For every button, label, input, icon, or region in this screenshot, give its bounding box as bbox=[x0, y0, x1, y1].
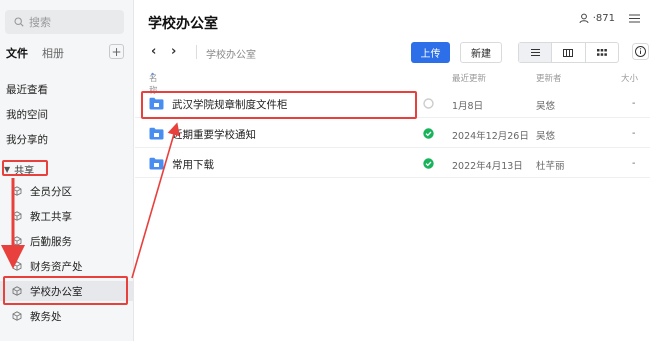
file-size: - bbox=[632, 158, 636, 169]
file-date: 2024年12月26日 bbox=[452, 131, 529, 142]
file-date: 2022年4月13日 bbox=[452, 161, 523, 172]
cube-icon bbox=[12, 286, 22, 296]
app-window: 搜索 文件 相册 + 最近查看 我的空间 我分享的 ▼ 共享 全员分区 教工共享… bbox=[0, 0, 650, 341]
sidebar-item-school-office[interactable]: 学校办公室 bbox=[0, 281, 134, 301]
sidebar-item-label: 教工共享 bbox=[30, 210, 72, 223]
sidebar-item-finance[interactable]: 财务资产处 bbox=[12, 256, 83, 276]
cube-icon bbox=[12, 236, 22, 246]
divider bbox=[196, 45, 197, 59]
member-count: ·871 bbox=[592, 13, 615, 24]
cube-icon bbox=[12, 311, 22, 321]
file-name[interactable]: 常用下载 bbox=[172, 157, 214, 172]
file-list-header: 名称 ⇡ 最近更新 更新者 大小 bbox=[149, 72, 650, 96]
sidebar-tabs: 文件 相册 + bbox=[6, 44, 128, 61]
sidebar-item-label: 教务处 bbox=[30, 310, 62, 323]
tab-files[interactable]: 文件 bbox=[6, 45, 28, 61]
upload-button[interactable]: 上传 bbox=[411, 42, 450, 63]
page-title: 学校办公室 bbox=[148, 16, 218, 32]
shared-section-header[interactable]: ▼ 共享 bbox=[4, 162, 34, 177]
column-updated[interactable]: 最近更新 bbox=[452, 72, 486, 84]
caret-down-icon: ▼ bbox=[4, 165, 11, 174]
toolbar: ‹ › 学校办公室 上传 新建 bbox=[149, 42, 649, 64]
view-mode-group bbox=[518, 42, 619, 63]
file-updater: 杜芊丽 bbox=[536, 161, 565, 172]
sidebar-item-recent[interactable]: 最近查看 bbox=[6, 82, 48, 97]
cube-icon bbox=[12, 261, 22, 271]
column-view-icon bbox=[563, 48, 574, 57]
file-size: - bbox=[632, 128, 636, 139]
search-box[interactable]: 搜索 bbox=[5, 10, 124, 34]
folder-icon bbox=[149, 97, 164, 110]
sidebar-item-my-space[interactable]: 我的空间 bbox=[6, 107, 48, 122]
new-button[interactable]: 新建 bbox=[460, 42, 502, 63]
grid-view-icon bbox=[596, 49, 607, 56]
grid-view-button[interactable] bbox=[586, 43, 618, 62]
forward-icon[interactable]: › bbox=[171, 44, 176, 59]
column-size[interactable]: 大小 bbox=[621, 72, 638, 84]
main-panel: 学校办公室 ·871 ‹ › 学校办公室 上传 新建 名称 ⇡ 最近更新 更新者… bbox=[135, 0, 650, 341]
sidebar-item-all-staff[interactable]: 全员分区 bbox=[12, 181, 72, 201]
cube-icon bbox=[12, 211, 22, 221]
file-name[interactable]: 武汉学院规章制度文件柜 bbox=[172, 97, 288, 112]
cube-icon bbox=[12, 186, 22, 196]
sidebar-item-label: 全员分区 bbox=[30, 185, 72, 198]
file-updater: 吴悠 bbox=[536, 101, 556, 112]
column-view-button[interactable] bbox=[552, 43, 586, 62]
sidebar-item-label: 学校办公室 bbox=[30, 285, 83, 298]
folder-icon bbox=[149, 157, 164, 170]
sidebar: 搜索 文件 相册 + 最近查看 我的空间 我分享的 ▼ 共享 全员分区 教工共享… bbox=[0, 0, 134, 341]
sidebar-item-logistics[interactable]: 后勤服务 bbox=[12, 231, 72, 251]
table-row[interactable]: 武汉学院规章制度文件柜 1月8日 吴悠 - bbox=[135, 90, 650, 118]
sidebar-item-academic-affairs[interactable]: 教务处 bbox=[12, 306, 62, 326]
tab-album[interactable]: 相册 bbox=[42, 45, 64, 61]
table-row[interactable]: 近期重要学校通知 2024年12月26日 吴悠 - bbox=[135, 120, 650, 148]
sidebar-item-label: 财务资产处 bbox=[30, 260, 83, 273]
sidebar-item-staff-share[interactable]: 教工共享 bbox=[12, 206, 72, 226]
file-date: 1月8日 bbox=[452, 101, 484, 112]
sync-done-icon bbox=[423, 158, 434, 169]
sidebar-item-label: 后勤服务 bbox=[30, 235, 72, 248]
members-icon[interactable] bbox=[579, 13, 590, 24]
column-name[interactable]: 名称 ⇡ bbox=[149, 72, 158, 96]
table-row[interactable]: 常用下载 2022年4月13日 杜芊丽 - bbox=[135, 150, 650, 178]
member-count-value: 871 bbox=[595, 13, 615, 24]
sync-pending-icon bbox=[423, 98, 434, 109]
breadcrumb[interactable]: 学校办公室 bbox=[206, 46, 256, 61]
add-button[interactable]: + bbox=[109, 44, 124, 59]
back-icon[interactable]: ‹ bbox=[151, 44, 156, 59]
menu-icon[interactable] bbox=[629, 14, 640, 23]
info-icon[interactable] bbox=[632, 43, 649, 60]
file-updater: 吴悠 bbox=[536, 131, 556, 142]
sync-done-icon bbox=[423, 128, 434, 139]
folder-icon bbox=[149, 127, 164, 140]
file-size: - bbox=[632, 98, 636, 109]
column-updater[interactable]: 更新者 bbox=[536, 72, 562, 84]
sidebar-item-shared-by-me[interactable]: 我分享的 bbox=[6, 132, 48, 147]
list-view-icon bbox=[530, 49, 540, 56]
search-placeholder: 搜索 bbox=[29, 16, 51, 29]
file-name[interactable]: 近期重要学校通知 bbox=[172, 127, 256, 142]
list-view-button[interactable] bbox=[519, 43, 553, 62]
shared-section-label: 共享 bbox=[14, 166, 35, 177]
search-icon bbox=[14, 17, 24, 27]
top-right-actions: ·871 bbox=[579, 13, 640, 24]
